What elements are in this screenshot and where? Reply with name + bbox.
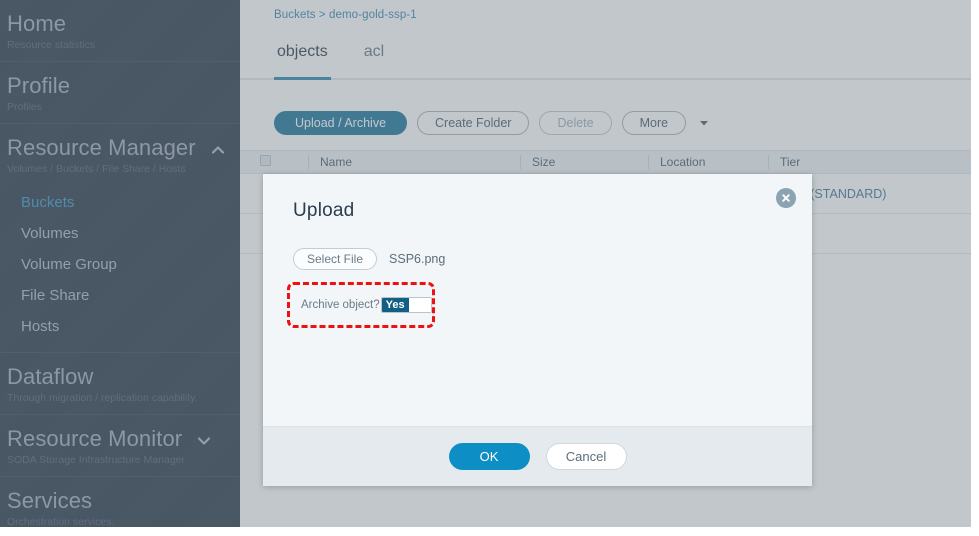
column-header-name[interactable]: Name <box>308 155 520 169</box>
column-header-location[interactable]: Location <box>648 155 768 169</box>
chevron-up-icon[interactable] <box>210 142 226 158</box>
sidebar-group-resource-manager: Resource Manager Volumes / Buckets / Fil… <box>0 124 240 353</box>
upload-archive-button[interactable]: Upload / Archive <box>274 111 408 135</box>
sidebar-item-file-share[interactable]: File Share <box>7 280 240 311</box>
sidebar-group-home: Home Resource statistics <box>0 0 240 62</box>
sidebar-item-volume-group[interactable]: Volume Group <box>7 249 240 280</box>
ok-button[interactable]: OK <box>448 443 530 470</box>
sidebar-item-resource-manager-label: Resource Manager <box>7 135 196 160</box>
sidebar-item-services-subtitle: Orchestration services. <box>7 516 115 527</box>
select-file-button[interactable]: Select File <box>293 248 378 270</box>
upload-modal: Upload Select File SSP6.png Archive obje… <box>263 174 812 486</box>
sidebar-group-resource-monitor: Resource Monitor SODA Storage Infrastruc… <box>0 415 240 477</box>
sidebar-item-profile-subtitle: Profiles <box>7 101 43 113</box>
tab-acl[interactable]: acl <box>361 43 387 78</box>
column-header-tier[interactable]: Tier <box>768 155 948 169</box>
sidebar-item-resource-monitor-subtitle: SODA Storage Infrastructure Manager <box>7 454 186 466</box>
sidebar-submenu-resource-manager: Buckets Volumes Volume Group File Share … <box>7 185 240 352</box>
archive-object-label: Archive object? <box>301 299 380 311</box>
sidebar-item-dataflow-subtitle: Through migration / replication capabili… <box>7 392 198 404</box>
sidebar-item-dataflow-label: Dataflow <box>7 364 94 389</box>
sidebar: Home Resource statistics Profile Profile… <box>0 0 240 527</box>
sidebar-item-dataflow[interactable]: Dataflow <box>7 353 240 391</box>
tab-objects[interactable]: objects <box>274 43 331 80</box>
archive-object-toggle[interactable]: Yes <box>380 297 432 313</box>
table-header-row: Name Size Location Tier <box>240 150 971 174</box>
sidebar-item-volumes[interactable]: Volumes <box>7 218 240 249</box>
column-header-size[interactable]: Size <box>520 155 648 169</box>
select-all-checkbox[interactable] <box>260 155 271 166</box>
sidebar-item-services[interactable]: Services <box>7 477 240 515</box>
app-root: Home Resource statistics Profile Profile… <box>0 0 979 536</box>
breadcrumb[interactable]: Buckets > demo-gold-ssp-1 <box>240 0 971 21</box>
sidebar-item-resource-manager-subtitle: Volumes / Buckets / File Share / Hosts <box>7 163 186 175</box>
chevron-down-icon[interactable] <box>196 433 212 449</box>
tab-bar: objects acl <box>240 43 971 80</box>
modal-title: Upload <box>293 200 355 221</box>
sidebar-item-services-label: Services <box>7 488 93 513</box>
selected-file-name: SSP6.png <box>389 252 446 266</box>
sidebar-group-services: Services Orchestration services. <box>0 477 240 527</box>
archive-object-toggle-knob <box>408 298 431 312</box>
sidebar-item-profile[interactable]: Profile <box>7 62 240 100</box>
sidebar-item-home-label: Home <box>7 11 67 36</box>
sidebar-group-dataflow: Dataflow Through migration / replication… <box>0 353 240 415</box>
file-select-row: Select File SSP6.png <box>293 248 782 270</box>
sidebar-item-hosts[interactable]: Hosts <box>7 311 240 342</box>
sidebar-item-resource-manager[interactable]: Resource Manager <box>7 124 240 162</box>
close-icon[interactable] <box>776 188 796 208</box>
delete-button[interactable]: Delete <box>539 111 612 135</box>
archive-object-toggle-value: Yes <box>381 298 409 312</box>
sidebar-item-resource-monitor[interactable]: Resource Monitor <box>7 415 240 453</box>
sidebar-item-profile-label: Profile <box>7 73 71 98</box>
modal-footer: OK Cancel <box>263 426 812 486</box>
sidebar-item-buckets[interactable]: Buckets <box>7 187 240 218</box>
sidebar-group-profile: Profile Profiles <box>0 62 240 124</box>
select-all-checkbox-cell[interactable] <box>240 155 308 169</box>
modal-body: Upload Select File SSP6.png Archive obje… <box>263 174 812 426</box>
archive-object-highlight: Archive object? Yes <box>287 282 435 328</box>
sidebar-item-home-subtitle: Resource statistics <box>7 39 96 51</box>
cancel-button[interactable]: Cancel <box>545 443 627 470</box>
sidebar-item-home[interactable]: Home <box>7 0 240 38</box>
caret-down-icon[interactable] <box>696 115 712 131</box>
create-folder-button[interactable]: Create Folder <box>417 111 530 135</box>
toolbar: Upload / Archive Create Folder Delete Mo… <box>240 80 971 135</box>
sidebar-item-resource-monitor-label: Resource Monitor <box>7 426 183 451</box>
more-button[interactable]: More <box>621 111 687 135</box>
